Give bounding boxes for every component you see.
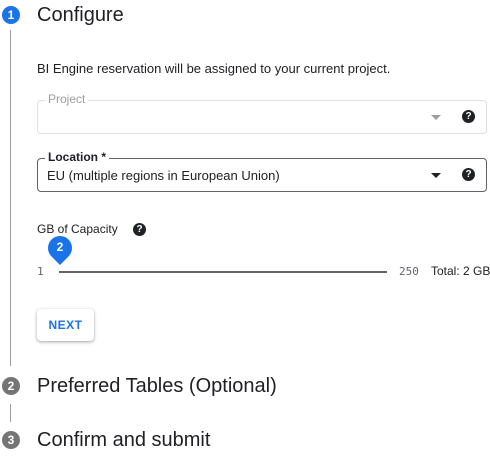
location-label: Location * (45, 150, 110, 165)
step-1-title[interactable]: Configure (37, 3, 124, 27)
help-icon[interactable]: ? (462, 168, 475, 181)
step-connector (10, 30, 11, 366)
step-2-title[interactable]: Preferred Tables (Optional) (37, 374, 277, 398)
help-icon[interactable]: ? (462, 110, 475, 123)
next-button[interactable]: NEXT (37, 309, 94, 341)
chevron-down-icon (431, 115, 441, 120)
step-connector (10, 404, 11, 422)
step-2-indicator: 2 (2, 377, 20, 395)
step-description: BI Engine reservation will be assigned t… (37, 61, 391, 76)
capacity-label: GB of Capacity (37, 222, 118, 236)
location-value: EU (multiple regions in European Union) (47, 168, 280, 183)
project-label: Project (45, 92, 89, 107)
slider-max-label: 250 (399, 265, 419, 278)
step-3-title[interactable]: Confirm and submit (37, 428, 210, 452)
capacity-total: Total: 2 GB (431, 264, 490, 278)
help-icon[interactable]: ? (133, 223, 146, 236)
capacity-slider-track[interactable] (59, 271, 387, 273)
capacity-slider-value: 2 (56, 240, 64, 254)
project-select[interactable]: Project (37, 92, 487, 134)
step-1-indicator: 1 (2, 6, 20, 24)
step-3-indicator: 3 (2, 431, 20, 449)
slider-min-label: 1 (37, 265, 44, 278)
chevron-down-icon (431, 173, 441, 178)
location-select[interactable]: Location * EU (multiple regions in Europ… (37, 150, 487, 192)
